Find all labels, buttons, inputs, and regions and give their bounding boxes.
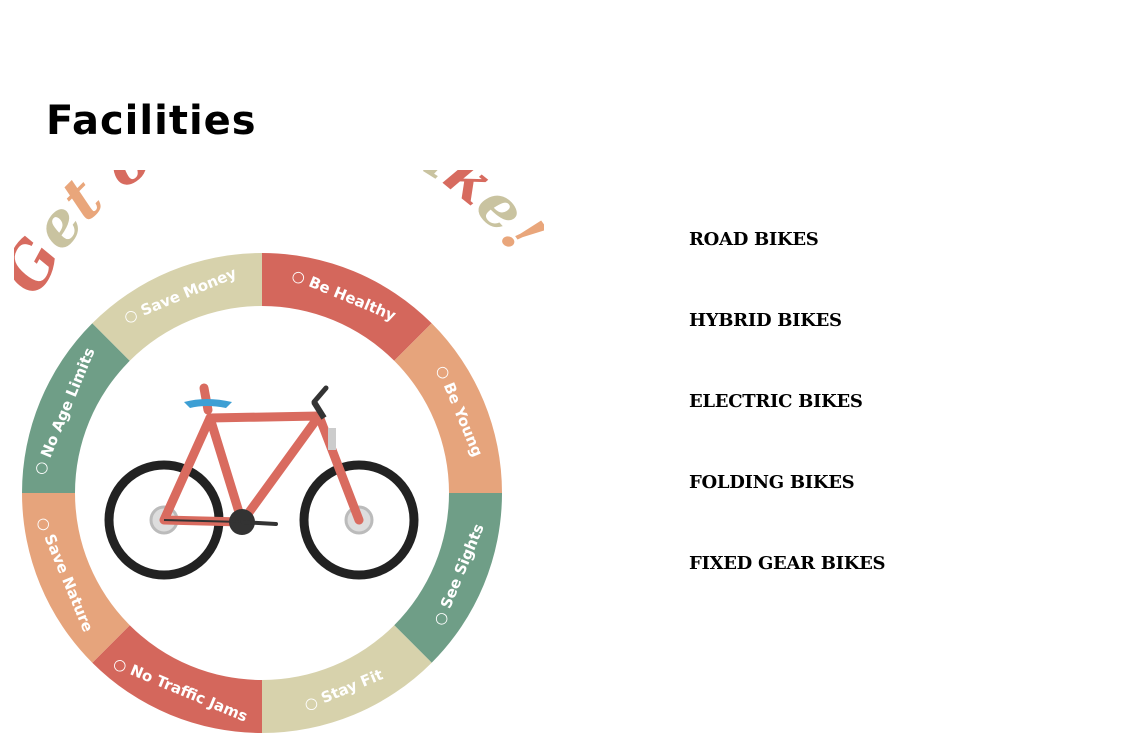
bike-frame xyxy=(159,383,364,527)
ring-segment-save-nature: ○ Save Natureglobe-icon xyxy=(22,493,130,663)
bike-type-hybrid[interactable]: HYBRID BIKES xyxy=(689,307,885,388)
ring-segment-stay-fit: ○ Stay Fithelmet-icon xyxy=(262,625,432,733)
ring-segment-save-money: ○ Save Moneydollar-icon xyxy=(92,253,262,361)
bike-type-folding[interactable]: FOLDING BIKES xyxy=(689,469,885,550)
front-suspension xyxy=(328,428,336,450)
page-title: Facilities xyxy=(46,98,257,144)
ring-segment-be-young: ○ Be Youngleaf-icon xyxy=(394,323,502,493)
ring-segment-be-healthy: ○ Be Healthyheart-icon xyxy=(262,253,432,361)
bike-type-road[interactable]: ROAD BIKES xyxy=(689,226,885,307)
get-on-your-bike-poster: Get on your bike! ○ Be Healthyheart-icon… xyxy=(14,170,544,744)
bike-type-electric[interactable]: ELECTRIC BIKES xyxy=(689,388,885,469)
bike-type-fixed-gear[interactable]: FIXED GEAR BIKES xyxy=(689,550,886,631)
bicycle-illustration xyxy=(104,383,419,580)
bike-types-list: ROAD BIKES HYBRID BIKES ELECTRIC BIKES F… xyxy=(689,226,886,631)
ring-segment-no-traffic-jams: ○ No Traffic Jamsbutterfly-icon xyxy=(92,625,262,733)
ring-segment-no-age-limits: ○ No Age Limitspeople-icon xyxy=(22,323,130,493)
poster-graphic: Get on your bike! ○ Be Healthyheart-icon… xyxy=(14,170,544,733)
